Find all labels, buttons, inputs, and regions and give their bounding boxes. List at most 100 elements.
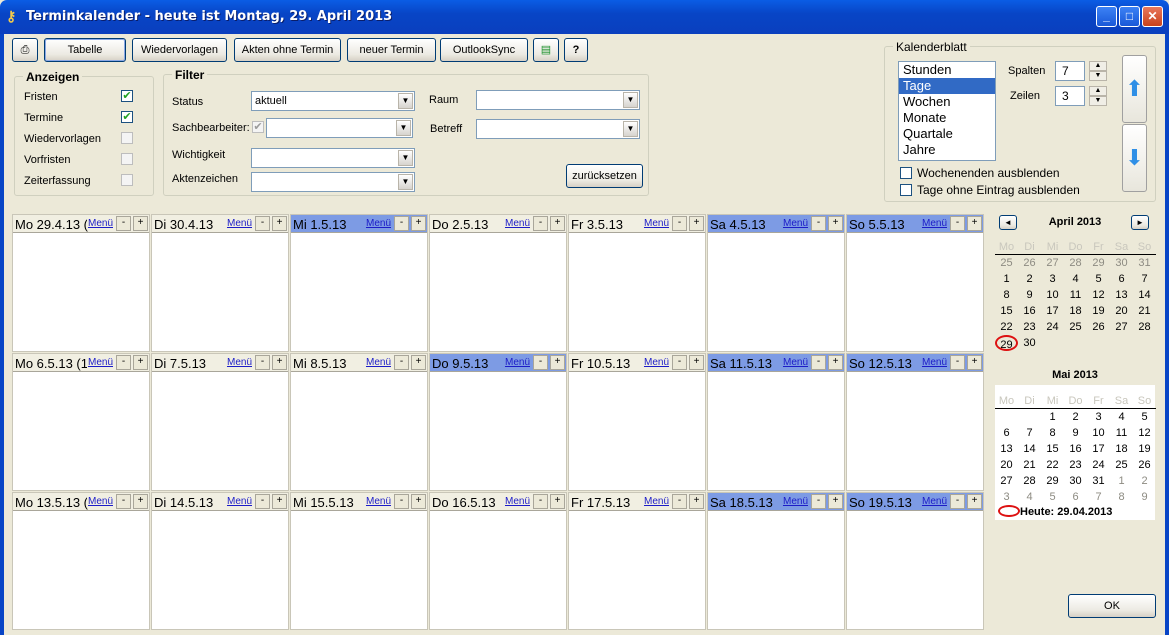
minical-day[interactable]: 3	[995, 489, 1018, 505]
hide-weekends-checkbox[interactable]	[900, 167, 912, 179]
minical-day[interactable]	[1087, 335, 1110, 351]
minical-day[interactable]: 8	[1041, 425, 1064, 441]
day-plus-button[interactable]: +	[133, 216, 148, 231]
minical-day[interactable]: 7	[1133, 271, 1156, 287]
day-plus-button[interactable]: +	[272, 216, 287, 231]
day-menu-link[interactable]: Menü	[503, 357, 530, 368]
day-cell[interactable]: Mi 15.5.13 Menü - +	[290, 492, 428, 630]
minical-day[interactable]: 20	[995, 457, 1018, 473]
minical-day[interactable]	[1064, 335, 1087, 351]
day-plus-button[interactable]: +	[550, 494, 565, 509]
day-minus-button[interactable]: -	[533, 494, 548, 509]
minical-day[interactable]: 5	[1087, 271, 1110, 287]
day-cell[interactable]: So 19.5.13 Menü - +	[846, 492, 984, 630]
minical-day[interactable]: 6	[995, 425, 1018, 441]
zeilen-input[interactable]: 3	[1055, 86, 1085, 106]
day-plus-button[interactable]: +	[828, 216, 843, 231]
minical-day[interactable]: 27	[1110, 319, 1133, 335]
minical-day[interactable]: 9	[1133, 489, 1156, 505]
view-option[interactable]: Wochen	[899, 94, 995, 110]
chevron-down-icon[interactable]: ▼	[398, 174, 413, 190]
minimize-button[interactable]: _	[1096, 6, 1117, 27]
day-menu-link[interactable]: Menü	[920, 496, 947, 507]
minical-day[interactable]: 8	[995, 287, 1018, 303]
minical-day[interactable]: 22	[995, 319, 1018, 335]
prev-month-button[interactable]: ◄	[999, 215, 1017, 230]
day-cell[interactable]: Mi 8.5.13 Menü - +	[290, 353, 428, 491]
minical-day[interactable]: 14	[1018, 441, 1041, 457]
minical-day[interactable]: 5	[1041, 489, 1064, 505]
minical-day[interactable]: 28	[1133, 319, 1156, 335]
day-plus-button[interactable]: +	[967, 494, 982, 509]
minical-day[interactable]: 11	[1110, 425, 1133, 441]
minical-day[interactable]: 21	[1133, 303, 1156, 319]
day-cell[interactable]: Sa 11.5.13 Menü - +	[707, 353, 845, 491]
day-menu-link[interactable]: Menü	[364, 496, 391, 507]
minical-day[interactable]: 16	[1064, 441, 1087, 457]
hide-empty-days-checkbox[interactable]	[900, 184, 912, 196]
day-minus-button[interactable]: -	[811, 216, 826, 231]
day-menu-link[interactable]: Menü	[364, 218, 391, 229]
sachbearbeiter-checkbox[interactable]: ✔	[252, 121, 264, 133]
ok-button[interactable]: OK	[1068, 594, 1156, 618]
minical-day[interactable]: 17	[1087, 441, 1110, 457]
day-plus-button[interactable]: +	[967, 216, 982, 231]
day-cell[interactable]: Sa 18.5.13 Menü - +	[707, 492, 845, 630]
minical-day[interactable]: 23	[1064, 457, 1087, 473]
print-button[interactable]: ⎙	[12, 38, 38, 62]
day-minus-button[interactable]: -	[533, 355, 548, 370]
day-minus-button[interactable]: -	[394, 494, 409, 509]
day-menu-link[interactable]: Menü	[920, 218, 947, 229]
minical-day[interactable]: 31	[1133, 255, 1156, 271]
minical-day[interactable]: 16	[1018, 303, 1041, 319]
maximize-button[interactable]: □	[1119, 6, 1140, 27]
minical-day[interactable]: 4	[1018, 489, 1041, 505]
outlooksync-button[interactable]: OutlookSync	[440, 38, 528, 62]
day-menu-link[interactable]: Menü	[920, 357, 947, 368]
minical-day[interactable]: 2	[1133, 473, 1156, 489]
day-minus-button[interactable]: -	[811, 494, 826, 509]
minical-day[interactable]: 11	[1064, 287, 1087, 303]
akten-ohne-termin-button[interactable]: Akten ohne Termin	[234, 38, 341, 62]
minical-day[interactable]: 10	[1087, 425, 1110, 441]
chevron-down-icon[interactable]: ▼	[623, 121, 638, 137]
day-menu-link[interactable]: Menü	[86, 218, 113, 229]
day-menu-link[interactable]: Menü	[86, 496, 113, 507]
minical-day[interactable]: 23	[1018, 319, 1041, 335]
day-plus-button[interactable]: +	[828, 494, 843, 509]
minical-day[interactable]: 27	[1041, 255, 1064, 271]
day-plus-button[interactable]: +	[550, 355, 565, 370]
day-plus-button[interactable]: +	[272, 494, 287, 509]
day-menu-link[interactable]: Menü	[781, 218, 808, 229]
view-option[interactable]: Quartale	[899, 126, 995, 142]
day-cell[interactable]: Di 14.5.13 Menü - +	[151, 492, 289, 630]
view-listbox[interactable]: Stunden Tage Wochen Monate Quartale Jahr…	[898, 61, 996, 161]
wiedervorlagen-button[interactable]: Wiedervorlagen	[132, 38, 227, 62]
minical-day[interactable]: 19	[1133, 441, 1156, 457]
minical-day[interactable]: 18	[1110, 441, 1133, 457]
day-cell[interactable]: Do 16.5.13 Menü - +	[429, 492, 567, 630]
day-cell[interactable]: Di 30.4.13 Menü - +	[151, 214, 289, 352]
minical-day[interactable]: 7	[1018, 425, 1041, 441]
minical-day[interactable]: 3	[1087, 409, 1110, 425]
day-plus-button[interactable]: +	[411, 355, 426, 370]
minical-day[interactable]	[1110, 335, 1133, 351]
minical-day[interactable]: 4	[1110, 409, 1133, 425]
day-cell[interactable]: Do 2.5.13 Menü - +	[429, 214, 567, 352]
minical-day[interactable]: 12	[1133, 425, 1156, 441]
raum-select[interactable]: ▼	[476, 90, 640, 110]
scroll-down-button[interactable]: ⬇	[1122, 124, 1147, 192]
view-option[interactable]: Jahre	[899, 142, 995, 158]
status-select[interactable]: aktuell ▼	[251, 91, 415, 111]
close-button[interactable]: ✕	[1142, 6, 1163, 27]
day-cell[interactable]: Mi 1.5.13 Menü - +	[290, 214, 428, 352]
minical-day[interactable]: 24	[1041, 319, 1064, 335]
spalten-down-button[interactable]: ▼	[1089, 71, 1107, 81]
day-plus-button[interactable]: +	[133, 494, 148, 509]
minical-day[interactable]: 31	[1087, 473, 1110, 489]
minical-day[interactable]: 25	[1064, 319, 1087, 335]
day-cell[interactable]: Mo 6.5.13 (1 Menü - +	[12, 353, 150, 491]
minical-day[interactable]: 29	[1041, 473, 1064, 489]
minical-day[interactable]: 1	[1041, 409, 1064, 425]
minical-day[interactable]: 7	[1087, 489, 1110, 505]
